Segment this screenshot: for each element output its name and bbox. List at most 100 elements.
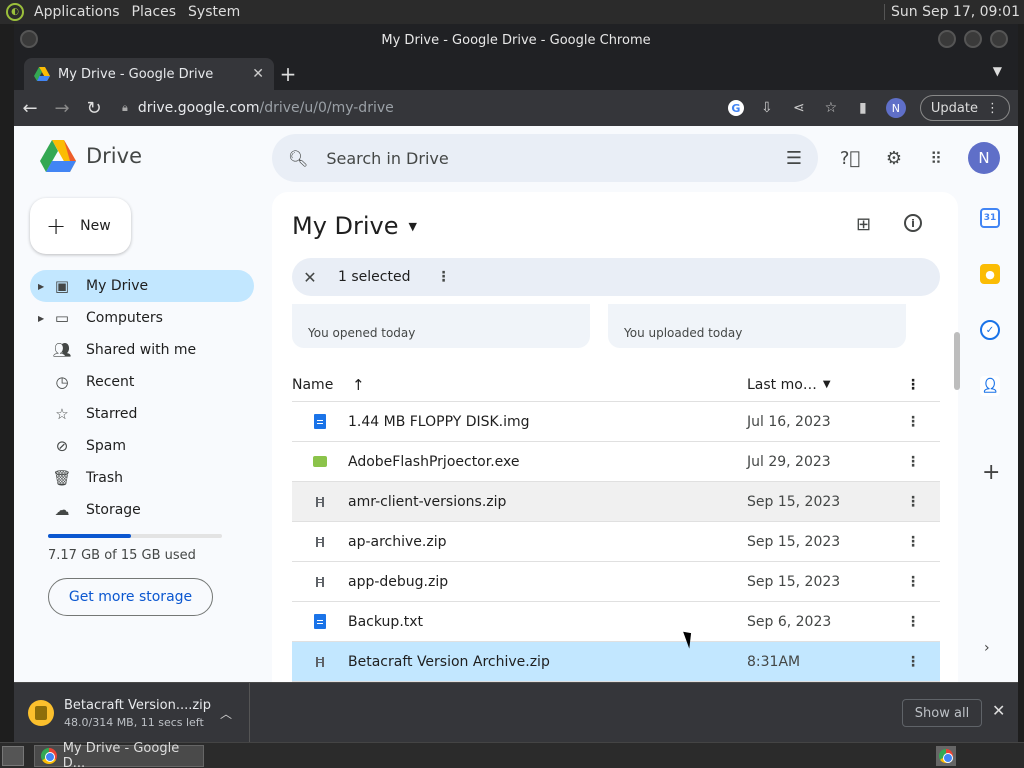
page-title[interactable]: My Drive ▼ <box>292 212 417 240</box>
window-menu-button[interactable] <box>20 30 38 48</box>
file-name: app-debug.zip <box>348 573 449 590</box>
row-more-icon[interactable]: ⋮ <box>906 454 920 470</box>
sidebar-item-recent[interactable]: ◷ Recent <box>30 366 254 398</box>
table-row[interactable]: app-debug.zip Sep 15, 2023 ⋮ <box>292 562 940 602</box>
apps-grid-icon[interactable]: ⠿ <box>924 146 948 170</box>
column-options-icon[interactable]: ⋮ <box>906 377 920 393</box>
minimize-button[interactable] <box>938 30 956 48</box>
contacts-icon[interactable]: 👤︎ <box>980 376 1000 396</box>
sidebar-item-my-drive[interactable]: ▶ ▣ My Drive <box>30 270 254 302</box>
sidebar-item-label: Trash <box>86 470 123 486</box>
menu-places[interactable]: Places <box>126 4 183 20</box>
profile-avatar[interactable]: N <box>885 98 906 118</box>
table-row[interactable]: ap-archive.zip Sep 15, 2023 ⋮ <box>292 522 940 562</box>
search-placeholder: Search in Drive <box>326 148 449 168</box>
google-lens-icon[interactable]: G <box>727 100 744 116</box>
tab-search-chevron-icon[interactable]: ▼ <box>993 64 1002 78</box>
name-column-header[interactable]: Name <box>292 377 352 393</box>
lock-icon[interactable]: 🔒︎ <box>122 101 128 115</box>
file-date: Sep 6, 2023 <box>747 613 832 630</box>
my-drive-icon: ▣ <box>54 277 70 295</box>
file-name: AdobeFlashPrjoector.exe <box>348 453 520 470</box>
tab-close-icon[interactable]: ✕ <box>252 66 264 82</box>
zip-file-icon <box>316 536 324 547</box>
url-path: /drive/u/0/my-drive <box>259 100 394 116</box>
show-side-panel-chevron-icon[interactable]: › <box>984 640 990 656</box>
close-download-shelf-icon[interactable]: ✕ <box>992 701 1005 720</box>
expand-arrow-icon[interactable]: ▶ <box>38 282 44 291</box>
info-icon[interactable]: i <box>904 214 922 232</box>
tasks-icon[interactable]: ✓ <box>980 320 1000 340</box>
grid-view-icon[interactable]: ⊞ <box>856 214 871 235</box>
table-row[interactable]: 1.44 MB FLOPPY DISK.img Jul 16, 2023 ⋮ <box>292 402 940 442</box>
clear-selection-icon[interactable]: ✕ <box>300 268 320 287</box>
search-options-icon[interactable]: ☰ <box>786 148 802 169</box>
distro-logo-icon[interactable]: ◐ <box>6 3 24 21</box>
show-all-button[interactable]: Show all <box>902 699 982 727</box>
tab-my-drive[interactable]: My Drive - Google Drive ✕ <box>24 58 274 90</box>
tray-chrome-icon[interactable] <box>936 745 956 766</box>
table-row[interactable]: Betacraft Version Archive.zip 8:31AM ⋮ <box>292 642 940 682</box>
file-date: Sep 15, 2023 <box>747 573 841 590</box>
table-row[interactable]: Backup.txt Sep 6, 2023 ⋮ <box>292 602 940 642</box>
row-more-icon[interactable]: ⋮ <box>906 414 920 430</box>
download-item[interactable]: Betacraft Version....zip 48.0/314 MB, 11… <box>14 683 250 743</box>
file-list-panel: My Drive ▼ ⊞ i ✕ 1 selected ⋮ You opened … <box>272 192 958 682</box>
suggestion-card[interactable]: You uploaded today <box>608 304 906 348</box>
sidebar-item-storage[interactable]: ☁ Storage <box>30 494 254 526</box>
scrollbar-thumb[interactable] <box>954 332 960 390</box>
download-status: 48.0/314 MB, 11 secs left <box>64 715 204 729</box>
settings-gear-icon[interactable]: ⚙ <box>882 146 906 170</box>
account-avatar[interactable]: N <box>968 142 1000 174</box>
shared-icon: 👥︎ <box>52 341 72 359</box>
side-panel-icon[interactable]: ▮ <box>854 100 872 116</box>
search-input[interactable]: 🔍︎ Search in Drive ☰ <box>272 134 818 182</box>
maximize-button[interactable] <box>964 30 982 48</box>
taskbar-window-button[interactable]: My Drive - Google D... <box>34 741 204 768</box>
sidebar-item-shared[interactable]: 👥︎ Shared with me <box>30 334 254 366</box>
show-desktop-button[interactable] <box>2 745 24 766</box>
new-button[interactable]: + New <box>30 198 131 254</box>
trash-icon: 🗑︎ <box>52 469 72 487</box>
file-list: 1.44 MB FLOPPY DISK.img Jul 16, 2023 ⋮ Ado… <box>292 402 940 682</box>
get-addons-plus-icon[interactable]: + <box>982 460 1000 485</box>
file-date: Jul 16, 2023 <box>747 413 831 430</box>
get-more-storage-button[interactable]: Get more storage <box>48 578 213 616</box>
row-more-icon[interactable]: ⋮ <box>906 574 920 590</box>
sidebar-item-label: Storage <box>86 502 141 518</box>
last-modified-column-header[interactable]: Last mo… ▼ <box>747 377 831 393</box>
update-button[interactable]: Update ⋮ <box>919 95 1010 121</box>
search-icon[interactable]: 🔍︎ <box>288 149 308 168</box>
address-bar[interactable]: 🔒︎ drive.google.com/drive/u/0/my-drive <box>122 100 394 116</box>
window-close-button[interactable] <box>990 30 1008 48</box>
chevron-up-icon[interactable]: ︿ <box>220 705 232 722</box>
reload-button[interactable]: ↻ <box>78 98 110 119</box>
clock[interactable]: Sun Sep 17, 09:01 <box>884 4 1024 20</box>
menu-applications[interactable]: Applications <box>28 4 126 20</box>
menu-system[interactable]: System <box>182 4 246 20</box>
sort-arrow-up-icon[interactable]: ↑ <box>352 376 365 394</box>
row-more-icon[interactable]: ⋮ <box>906 534 920 550</box>
sidebar-item-computers[interactable]: ▶ ▭ Computers <box>30 302 254 334</box>
back-button[interactable]: ← <box>14 98 46 119</box>
bookmark-star-icon[interactable]: ☆ <box>822 100 840 116</box>
table-row[interactable]: AdobeFlashPrjoector.exe Jul 29, 2023 ⋮ <box>292 442 940 482</box>
row-more-icon[interactable]: ⋮ <box>906 654 920 670</box>
table-row[interactable]: amr-client-versions.zip Sep 15, 2023 ⋮ <box>292 482 940 522</box>
new-tab-button[interactable]: + <box>276 62 300 86</box>
sidebar-item-spam[interactable]: ⊘ Spam <box>30 430 254 462</box>
share-icon[interactable]: ⋖ <box>790 100 808 116</box>
keep-icon[interactable]: ● <box>980 264 1000 284</box>
expand-arrow-icon[interactable]: ▶ <box>38 314 44 323</box>
forward-button[interactable]: → <box>46 98 78 119</box>
sidebar-item-starred[interactable]: ☆ Starred <box>30 398 254 430</box>
row-more-icon[interactable]: ⋮ <box>906 494 920 510</box>
calendar-icon[interactable]: 31 <box>980 208 1000 228</box>
drive-logo[interactable]: Drive <box>40 140 142 172</box>
selection-more-icon[interactable]: ⋮ <box>436 269 450 285</box>
row-more-icon[interactable]: ⋮ <box>906 614 920 630</box>
sidebar-item-trash[interactable]: 🗑︎ Trash <box>30 462 254 494</box>
suggestion-card[interactable]: You opened today <box>292 304 590 348</box>
install-app-icon[interactable]: ⇩ <box>758 100 776 116</box>
help-icon[interactable]: ?⃝ <box>838 146 862 170</box>
